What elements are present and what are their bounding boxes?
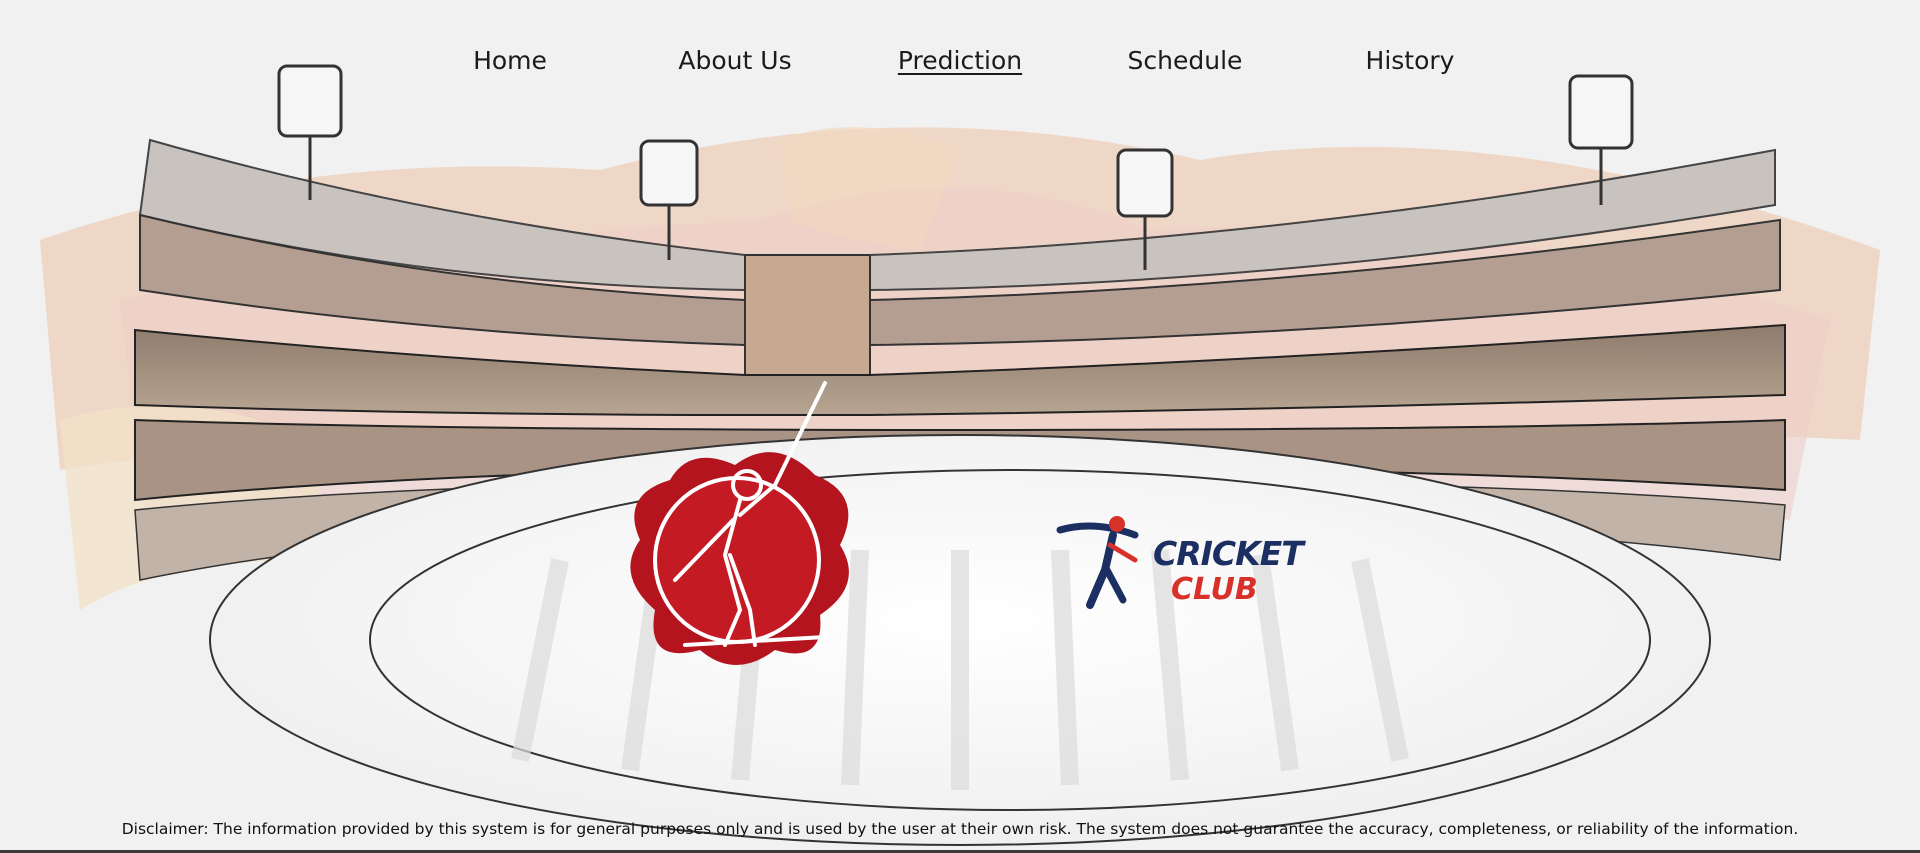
cricket-club-logo[interactable]: CRICKET CLUB — [1055, 510, 1305, 620]
nav-home-link[interactable]: Home — [398, 46, 623, 75]
main-nav: Home About Us Prediction Schedule Histor… — [0, 38, 1920, 82]
disclaimer-text: Disclaimer: The information provided by … — [121, 820, 1799, 838]
club-logo-line1: CRICKET — [1153, 534, 1304, 573]
playing-field — [209, 434, 1711, 846]
nav-about-us-link[interactable]: About Us — [623, 46, 848, 75]
cricket-batsman-logo[interactable] — [615, 375, 860, 680]
nav-schedule-link[interactable]: Schedule — [1073, 46, 1298, 75]
stadium-illustration — [40, 64, 1880, 846]
nav-prediction-link[interactable]: Prediction — [848, 46, 1073, 75]
nav-history-link[interactable]: History — [1298, 46, 1523, 75]
batsman-icon — [1056, 516, 1139, 609]
club-logo-line2: CLUB — [1171, 572, 1258, 607]
